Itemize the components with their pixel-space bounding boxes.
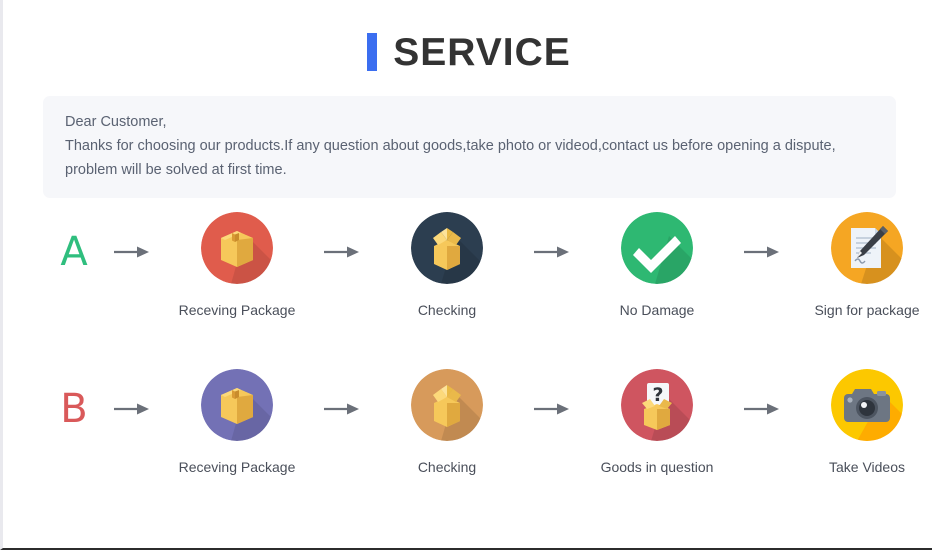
arrow-right-glyph [743,244,781,260]
flow-step: ? Goods in question [579,369,735,478]
flow-row-b: B Receving Package Checking? Goods in quest… [43,369,913,499]
flow-letter-b: B [60,386,88,432]
arrow-right-icon [315,212,369,292]
arrow-right-icon [315,369,369,449]
flow-step: Sign for package [789,212,932,321]
arrow-right-glyph [323,401,361,417]
flow-step-label: Goods in question [600,459,714,475]
page-title-text: SERVICE [393,30,571,74]
check-mark-icon [621,212,693,284]
flow-step-label: Sign for package [814,302,920,318]
arrow-right-glyph [743,401,781,417]
flow-step: Receving Package [159,369,315,478]
open-box-icon [411,369,483,441]
page-title: SERVICE [3,24,932,80]
flow-letter-a: A [60,229,88,275]
flow-step-label: Receving Package [178,302,296,318]
flow-step: Take Videos [789,369,932,478]
closed-box-icon [201,369,273,441]
arrow-right-glyph [533,244,571,260]
flow-step: Checking [369,369,525,478]
flow-letter-cell-b: B [43,369,105,449]
customer-notice: Dear Customer, Thanks for choosing our p… [43,96,896,198]
flow-step: No Damage [579,212,735,321]
arrow-right-icon [105,369,159,449]
service-page: SERVICE Dear Customer, Thanks for choosi… [0,0,932,550]
notice-line-3: problem will be solved at first time. [65,162,287,178]
arrow-right-icon [735,212,789,292]
flow-step-label: Take Videos [828,459,905,475]
notice-line-2: Thanks for choosing our products.If any … [65,138,836,154]
flow-step-label: No Damage [619,302,695,318]
flow-row-a: A Receving Package Checking No Damage Sign f… [43,212,920,321]
arrow-right-icon [105,212,159,292]
flow-step-label: Receving Package [178,459,296,475]
arrow-right-icon [525,369,579,449]
arrow-right-glyph [113,244,151,260]
flow-step: Receving Package [159,212,315,321]
notice-line-1: Dear Customer, [65,114,167,130]
arrow-right-icon [735,369,789,449]
flow-letter-cell-a: A [43,212,105,292]
arrow-right-icon [525,212,579,292]
arrow-right-glyph [533,401,571,417]
document-pen-icon [831,212,903,284]
arrow-right-glyph [113,401,151,417]
question-box-icon: ? [621,369,693,441]
closed-box-icon [201,212,273,284]
flow-step-label: Checking [417,302,477,318]
flow-step-label: Checking [417,459,477,475]
open-box-icon [411,212,483,284]
title-accent-bar [367,33,378,71]
arrow-right-glyph [323,244,361,260]
flow-step: Checking [369,212,525,321]
camera-icon [831,369,903,441]
